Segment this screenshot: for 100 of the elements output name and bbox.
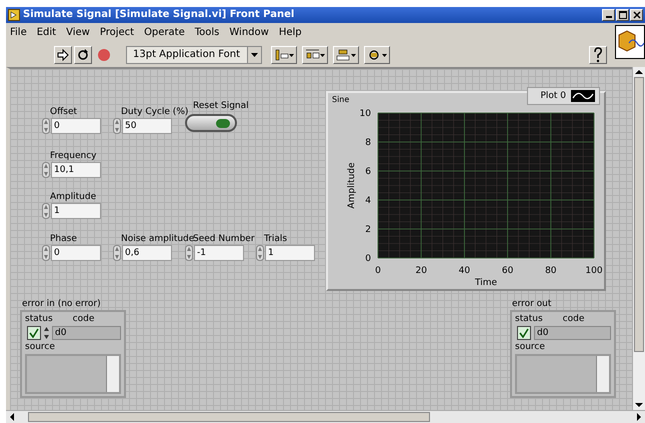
x-tick-label: 0 bbox=[375, 266, 381, 276]
minimize-button[interactable] bbox=[602, 8, 615, 21]
stop-icon bbox=[97, 48, 111, 62]
maximize-button[interactable] bbox=[616, 8, 629, 21]
status-label: status bbox=[25, 314, 53, 324]
increment-arrows-icon[interactable] bbox=[256, 244, 264, 261]
source-label: source bbox=[515, 342, 546, 352]
left-arrow-icon[interactable] bbox=[9, 413, 15, 422]
caret-icon bbox=[251, 52, 258, 57]
vi-icon bbox=[615, 24, 645, 59]
numeric-field[interactable]: 0 bbox=[51, 118, 101, 134]
numeric-field[interactable]: 10,1 bbox=[51, 162, 101, 178]
run-button[interactable] bbox=[54, 46, 72, 64]
cluster-label: error in (no error) bbox=[21, 298, 102, 309]
check-icon bbox=[29, 328, 39, 338]
control-label: Amplitude bbox=[49, 192, 98, 202]
horizontal-scrollbar[interactable] bbox=[6, 410, 645, 423]
code-label: code bbox=[562, 314, 584, 324]
help-button[interactable] bbox=[589, 46, 607, 64]
vertical-scrollbar[interactable] bbox=[632, 66, 645, 410]
y-tick-label: 2 bbox=[365, 224, 371, 235]
arrow-icon bbox=[57, 48, 69, 61]
resize-dropdown[interactable] bbox=[333, 46, 359, 64]
numeric-field[interactable]: 0 bbox=[51, 244, 101, 261]
y-tick-label: 8 bbox=[365, 138, 371, 148]
menu-item[interactable]: Tools bbox=[194, 27, 220, 38]
window-title: Simulate Signal [Simulate Signal.vi] Front Panel bbox=[23, 9, 296, 20]
down-arrow-icon[interactable] bbox=[635, 402, 643, 408]
graph-title: Sine bbox=[332, 94, 350, 104]
source-field[interactable] bbox=[515, 354, 611, 394]
scroll-thumb[interactable] bbox=[28, 412, 430, 422]
increment-arrows-icon[interactable] bbox=[42, 162, 50, 178]
control-label: Offset bbox=[49, 106, 78, 117]
increment-arrows-icon[interactable] bbox=[44, 326, 49, 340]
control-label: Phase bbox=[49, 234, 78, 244]
increment-arrows-icon[interactable] bbox=[42, 118, 50, 134]
numeric-field[interactable]: 1 bbox=[51, 202, 101, 219]
status-checkbox[interactable] bbox=[27, 326, 41, 340]
numeric-field[interactable]: 1 bbox=[265, 244, 315, 261]
increment-arrows-icon[interactable] bbox=[113, 118, 121, 134]
status-label: status bbox=[515, 314, 543, 324]
y-tick-label: 4 bbox=[365, 196, 371, 206]
menu-item[interactable]: Operate bbox=[144, 27, 185, 38]
control-label: Reset Signal bbox=[192, 100, 249, 111]
plot-legend[interactable]: Plot 0 bbox=[527, 86, 600, 105]
increment-arrows-icon[interactable] bbox=[42, 202, 50, 219]
control-label: Duty Cycle (%) bbox=[120, 106, 188, 117]
reorder-arrows-icon bbox=[367, 48, 387, 61]
x-tick-label: 40 bbox=[458, 266, 470, 276]
scrollbar[interactable] bbox=[106, 356, 119, 392]
minimize-icon bbox=[606, 16, 612, 18]
code-label: code bbox=[72, 314, 94, 324]
align-dropdown[interactable] bbox=[271, 46, 297, 64]
menu-item[interactable]: Edit bbox=[36, 27, 56, 38]
check-icon bbox=[519, 328, 529, 338]
x-tick-label: 100 bbox=[585, 266, 603, 276]
menu-item[interactable]: Window bbox=[229, 27, 269, 38]
scrollbar[interactable] bbox=[596, 356, 609, 392]
cluster-label: error out bbox=[511, 298, 552, 309]
right-arrow-icon[interactable] bbox=[636, 413, 642, 422]
distribute-dropdown[interactable] bbox=[302, 46, 328, 64]
close-icon bbox=[632, 10, 640, 19]
close-button[interactable] bbox=[630, 8, 643, 21]
control-label: Frequency bbox=[49, 150, 98, 161]
x-tick-label: 80 bbox=[545, 266, 557, 276]
cycle-arrows-icon bbox=[77, 48, 89, 61]
source-label: source bbox=[25, 342, 56, 352]
control-label: Noise amplitude bbox=[120, 234, 194, 244]
maximize-icon bbox=[618, 10, 626, 19]
increment-arrows-icon[interactable] bbox=[185, 244, 193, 261]
scroll-thumb[interactable] bbox=[634, 76, 644, 352]
code-field[interactable]: d0 bbox=[52, 326, 121, 340]
app-icon bbox=[8, 8, 20, 21]
up-arrow-icon[interactable] bbox=[635, 68, 643, 75]
code-field[interactable]: d0 bbox=[534, 326, 611, 340]
source-field[interactable] bbox=[25, 354, 121, 394]
resize-objects-icon bbox=[336, 48, 356, 61]
align-objects-icon bbox=[274, 48, 294, 61]
x-tick-label: 20 bbox=[415, 266, 427, 276]
font-dropdown[interactable]: 13pt Application Font bbox=[126, 46, 262, 64]
menu-item[interactable]: Project bbox=[100, 27, 134, 38]
reset-button[interactable] bbox=[185, 114, 237, 132]
increment-arrows-icon[interactable] bbox=[113, 244, 121, 261]
numeric-field[interactable]: 50 bbox=[122, 118, 172, 134]
menu-item[interactable]: Help bbox=[278, 27, 302, 38]
numeric-field[interactable]: 0,6 bbox=[122, 244, 172, 261]
reorder-dropdown[interactable] bbox=[364, 46, 390, 64]
y-tick-label: 10 bbox=[360, 108, 371, 119]
run-continuously-button[interactable] bbox=[74, 46, 92, 64]
distribute-objects-icon bbox=[305, 48, 325, 61]
y-tick-label: 0 bbox=[365, 254, 371, 264]
y-axis-title: Amplitude bbox=[347, 162, 357, 208]
menu-item[interactable]: File bbox=[10, 27, 27, 38]
increment-arrows-icon[interactable] bbox=[42, 244, 50, 261]
numeric-field[interactable]: -1 bbox=[194, 244, 244, 261]
y-tick-label: 6 bbox=[365, 166, 371, 177]
status-checkbox[interactable] bbox=[517, 326, 531, 340]
menu-item[interactable]: View bbox=[66, 27, 90, 38]
sine-wave-icon bbox=[571, 90, 595, 102]
control-label: Trials bbox=[263, 234, 288, 244]
